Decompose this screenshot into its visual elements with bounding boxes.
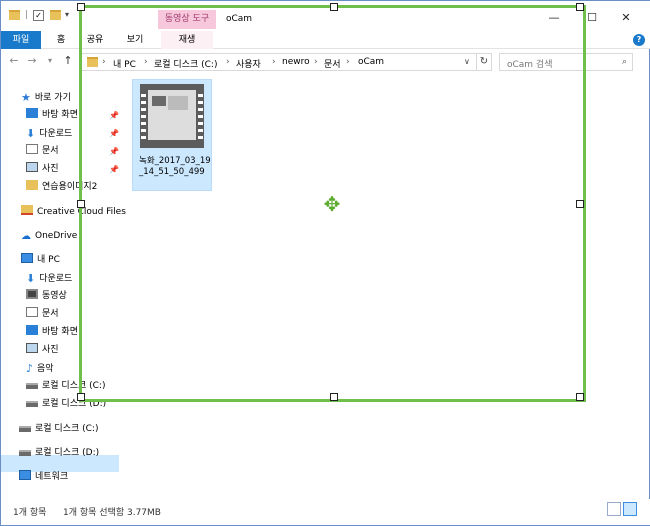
tab-file[interactable]: 파일 (1, 31, 41, 49)
properties-check-icon[interactable]: ✓ (33, 10, 44, 21)
nav-quick-desktop[interactable]: 바탕 화면 (26, 107, 78, 124)
tab-home[interactable]: 홈 (49, 31, 73, 49)
nav-this-pc[interactable]: 내 PC (21, 252, 60, 269)
explorer-window: | ✓ ▾ 동영상 도구 oCam — ☐ ✕ 파일 홈 공유 보기 재생 ? … (0, 0, 650, 526)
nav-onedrive[interactable]: ☁ OneDrive (21, 228, 77, 245)
nav-pc-documents[interactable]: 문서 (26, 306, 59, 323)
status-bar: 1개 항목 1개 항목 선택함 3.77MB (1, 499, 650, 525)
new-folder-icon[interactable] (50, 10, 61, 24)
nav-drive-d[interactable]: 로컬 디스크 (D:) (19, 445, 99, 462)
folder-icon (26, 180, 38, 190)
resize-handle-top-right[interactable] (576, 3, 584, 11)
nav-network[interactable]: 네트워크 (19, 469, 68, 486)
move-icon[interactable]: ✥ (321, 193, 343, 215)
details-view-button[interactable] (607, 502, 621, 516)
folder-icon (9, 10, 20, 24)
document-icon (26, 144, 38, 154)
pictures-icon (26, 162, 38, 172)
cloud-icon: ☁ (21, 231, 31, 242)
pictures-icon (26, 343, 38, 353)
close-button[interactable]: ✕ (613, 10, 639, 26)
recent-dropdown-icon[interactable]: ▾ (43, 54, 57, 68)
nav-quick-pictures[interactable]: 사진 (26, 161, 59, 178)
resize-handle-left[interactable] (77, 200, 85, 208)
nav-quick-documents[interactable]: 문서 (26, 143, 59, 160)
resize-handle-right[interactable] (576, 200, 584, 208)
nav-pc-videos[interactable]: 동영상 (26, 288, 67, 305)
large-icons-view-button[interactable] (623, 502, 637, 516)
computer-icon (21, 253, 33, 263)
music-icon: ♪ (26, 362, 34, 375)
document-icon (26, 307, 38, 317)
search-icon: ⌕ (621, 57, 627, 67)
resize-handle-top-left[interactable] (77, 3, 85, 11)
desktop-icon (26, 325, 38, 335)
drive-icon (19, 450, 31, 456)
nav-pc-pictures[interactable]: 사진 (26, 342, 59, 359)
drive-icon (19, 426, 31, 432)
up-button[interactable]: ↑ (61, 54, 75, 68)
drive-icon (26, 401, 38, 407)
drive-icon (26, 383, 38, 389)
nav-pc-desktop[interactable]: 바탕 화면 (26, 324, 78, 341)
desktop-icon (26, 108, 38, 118)
nav-pc-downloads[interactable]: ⬇ 다운로드 (26, 270, 72, 287)
qa-divider: | (25, 10, 29, 20)
resize-handle-bottom-right[interactable] (576, 393, 584, 401)
nav-quick-access[interactable]: ★ 바로 가기 (21, 89, 71, 106)
resize-handle-bottom-left[interactable] (77, 393, 85, 401)
download-icon: ⬇ (26, 272, 36, 285)
nav-quick-downloads[interactable]: ⬇ 다운로드 (26, 125, 72, 142)
resize-handle-bottom[interactable] (330, 393, 338, 401)
back-button[interactable]: ← (7, 54, 21, 68)
selection-info: 1개 항목 선택함 3.77MB (63, 508, 161, 518)
vertical-scrollbar[interactable] (637, 75, 649, 495)
item-count: 1개 항목 (13, 508, 47, 518)
forward-button[interactable]: → (25, 54, 39, 68)
nav-drive-c[interactable]: 로컬 디스크 (C:) (19, 421, 98, 438)
nav-pc-music[interactable]: ♪ 음악 (26, 360, 54, 377)
star-icon: ★ (21, 91, 31, 104)
help-icon[interactable]: ? (633, 34, 645, 46)
qa-dropdown-icon[interactable]: ▾ (65, 10, 69, 24)
creative-cloud-folder-icon (21, 205, 33, 215)
video-icon (26, 289, 38, 299)
resize-handle-top[interactable] (330, 3, 338, 11)
download-icon: ⬇ (26, 127, 36, 140)
network-icon (19, 470, 31, 480)
